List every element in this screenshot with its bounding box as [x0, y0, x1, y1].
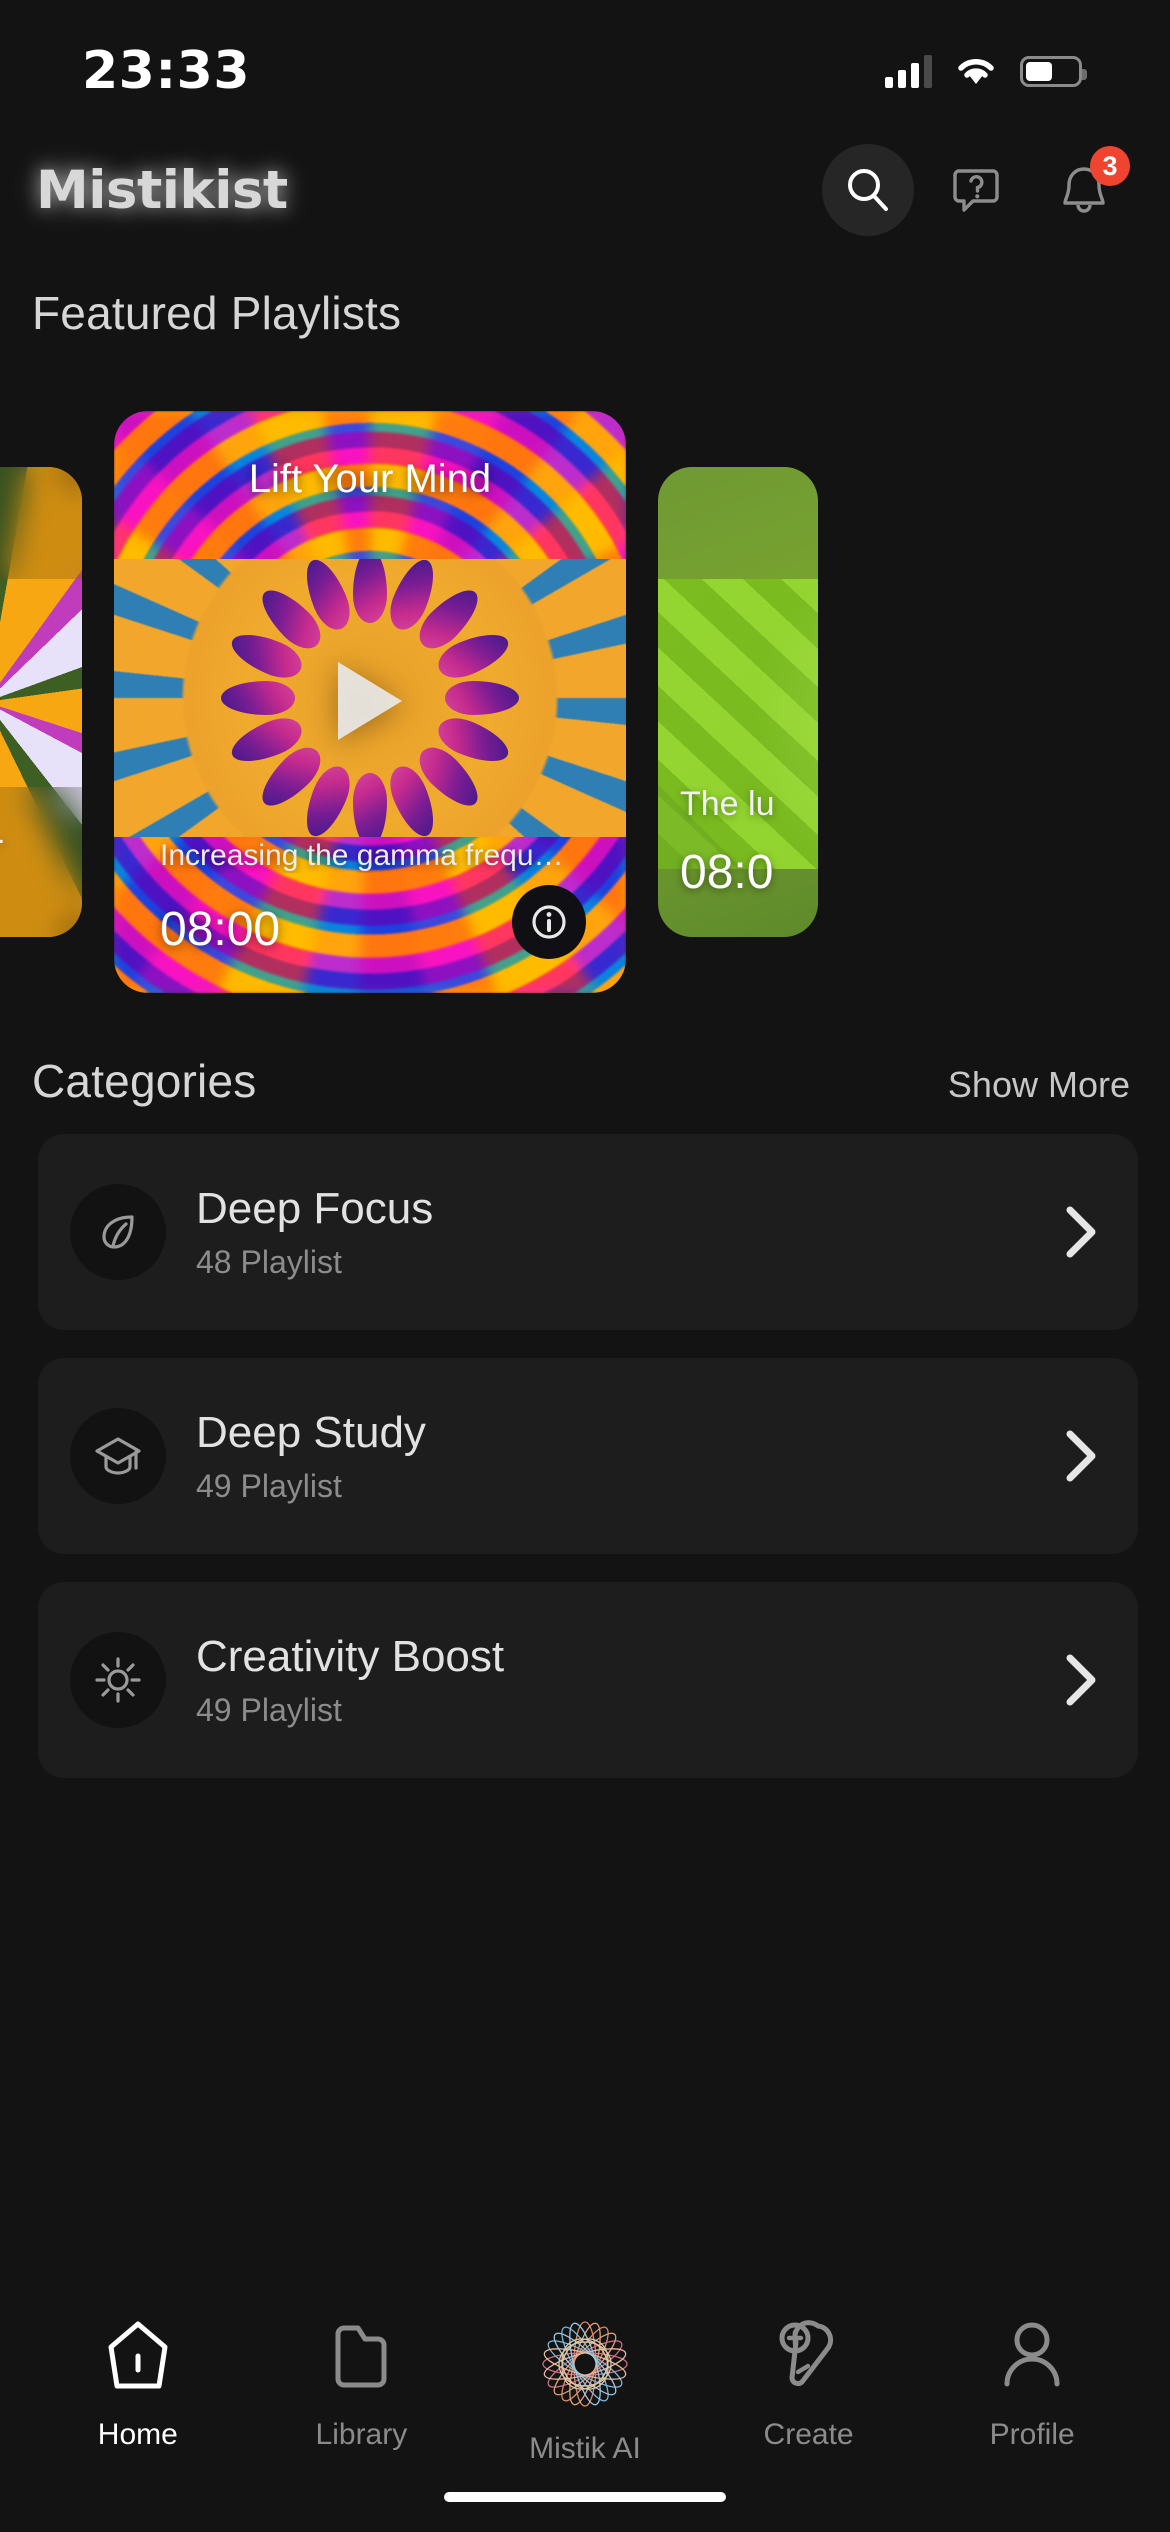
category-count: 49 Playlist	[196, 1691, 342, 1728]
search-icon	[848, 169, 888, 211]
categories-section-title: Categories	[32, 1055, 257, 1107]
create-plus-icon	[779, 2320, 833, 2387]
help-chat-icon	[953, 169, 999, 212]
show-more-button[interactable]: Show More	[948, 1064, 1130, 1106]
graduation-cap-icon	[95, 1437, 141, 1475]
battery-icon	[1020, 55, 1087, 87]
categories-list: Deep Focus 48 Playlist Deep Study 49 Pla…	[0, 1108, 1170, 1778]
featured-section-header: Featured Playlists	[0, 250, 1170, 340]
category-row-creativity-boost[interactable]: Creativity Boost 49 Playlist	[38, 1582, 1138, 1778]
app-header: Mistikist 3	[0, 130, 1170, 250]
help-button[interactable]	[930, 144, 1022, 236]
featured-section-title: Featured Playlists	[32, 287, 402, 339]
tab-library[interactable]: Library	[266, 2314, 456, 2452]
status-bar: 23:33	[0, 0, 1170, 130]
sun-idea-icon	[95, 1657, 141, 1703]
mandala-ai-icon	[542, 2321, 628, 2407]
tab-label: Create	[763, 2418, 854, 2451]
category-row-deep-focus[interactable]: Deep Focus 48 Playlist	[38, 1134, 1138, 1330]
info-icon	[532, 905, 566, 939]
card-duration: 08:0	[680, 846, 774, 899]
featured-carousel[interactable]: gati... Lift Your Mind Increasing the ga…	[0, 402, 1170, 1002]
categories-section: Categories Show More Deep Focus 48 Playl…	[0, 1054, 1170, 1778]
notifications-button[interactable]: 3	[1038, 144, 1130, 236]
folder-icon	[335, 2325, 387, 2388]
tab-label: Profile	[989, 2418, 1075, 2451]
category-row-deep-study[interactable]: Deep Study 49 Playlist	[38, 1358, 1138, 1554]
tab-mistik-ai[interactable]: Mistik AI	[490, 2314, 680, 2466]
category-name: Creativity Boost	[196, 1631, 505, 1681]
status-bar-indicators	[885, 54, 1087, 88]
category-text: Creativity Boost 49 Playlist	[196, 1632, 1028, 1729]
play-icon[interactable]	[338, 662, 402, 740]
featured-card-next[interactable]: The lu 08:0	[658, 467, 818, 937]
category-name: Deep Study	[196, 1407, 426, 1457]
leaf-icon	[102, 1215, 134, 1249]
card-info-button[interactable]	[512, 885, 586, 959]
card-description: Increasing the gamma frequency can ...	[160, 839, 580, 872]
category-text: Deep Focus 48 Playlist	[196, 1184, 1028, 1281]
chevron-right-icon	[1066, 1430, 1096, 1482]
card-duration: 08:00	[160, 903, 281, 956]
artwork-petal	[353, 773, 387, 837]
category-text: Deep Study 49 Playlist	[196, 1408, 1028, 1505]
wifi-icon	[958, 59, 994, 84]
category-name: Deep Focus	[196, 1183, 434, 1233]
home-icon	[108, 2321, 168, 2389]
category-icon-wrapper	[70, 1632, 166, 1728]
tab-label: Library	[315, 2418, 408, 2451]
artwork-petal	[445, 681, 519, 715]
tab-label: Mistik AI	[529, 2432, 641, 2465]
tab-profile[interactable]: Profile	[937, 2314, 1127, 2452]
tab-label: Home	[97, 2418, 178, 2451]
chevron-right-icon	[1066, 1654, 1096, 1706]
category-icon-wrapper	[70, 1408, 166, 1504]
cellular-signal-icon	[885, 54, 932, 88]
artwork-petal	[221, 681, 295, 715]
category-count: 49 Playlist	[196, 1467, 342, 1504]
home-indicator	[444, 2492, 726, 2502]
status-bar-clock: 23:33	[82, 41, 251, 101]
person-icon	[1004, 2322, 1060, 2387]
artwork-petal	[353, 559, 387, 623]
card-title: Lift Your Mind	[248, 457, 492, 501]
search-button[interactable]	[822, 144, 914, 236]
chevron-right-icon	[1066, 1206, 1096, 1258]
featured-card-active[interactable]: Lift Your Mind Increasing the gamma freq…	[114, 411, 626, 993]
tab-create[interactable]: Create	[714, 2314, 904, 2452]
featured-card-previous[interactable]: gati...	[0, 467, 82, 937]
notification-badge: 3	[1090, 146, 1130, 186]
header-actions: 3	[822, 144, 1130, 236]
card-top-blur	[0, 467, 82, 579]
carousel-track[interactable]: gati... Lift Your Mind Increasing the ga…	[0, 402, 818, 1002]
category-icon-wrapper	[70, 1184, 166, 1280]
tab-home[interactable]: Home	[43, 2314, 233, 2452]
app-logo: Mistikist	[36, 159, 288, 221]
card-description: gati...	[0, 817, 5, 851]
card-title: The lu	[680, 785, 775, 823]
card-artwork-window	[658, 579, 818, 869]
category-count: 48 Playlist	[196, 1243, 342, 1280]
categories-section-header: Categories Show More	[0, 1054, 1170, 1108]
card-bottom-blur	[0, 787, 82, 937]
